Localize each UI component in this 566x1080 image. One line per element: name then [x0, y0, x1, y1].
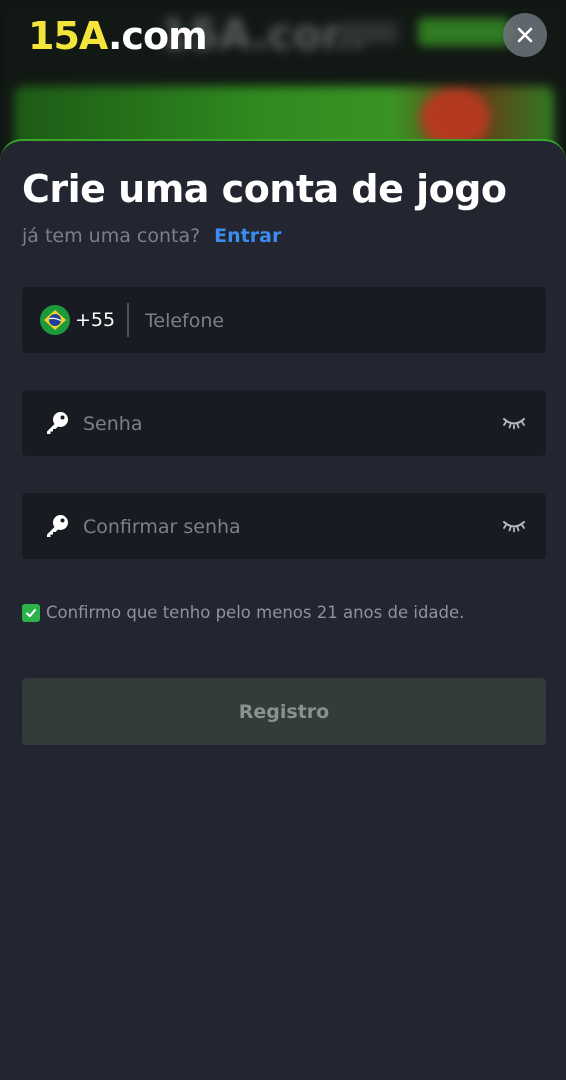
login-link[interactable]: Entrar — [214, 225, 281, 247]
eye-closed-icon[interactable] — [502, 518, 526, 534]
logo-number: 15A — [28, 14, 109, 58]
close-button[interactable] — [503, 13, 547, 57]
register-sheet: Crie uma conta de jogo já tem uma conta?… — [0, 139, 566, 1080]
age-checkbox[interactable] — [22, 603, 40, 622]
password-input[interactable] — [81, 403, 485, 445]
background-button — [340, 22, 398, 44]
have-account-text: já tem uma conta? — [22, 225, 201, 247]
eye-closed-icon[interactable] — [502, 415, 526, 431]
age-confirmation: Confirmo que tenho pelo menos 21 anos de… — [22, 603, 464, 622]
brazil-flag-icon[interactable] — [40, 305, 70, 335]
close-icon — [517, 27, 533, 43]
field-divider — [127, 303, 129, 337]
country-code[interactable]: +55 — [75, 307, 115, 333]
page-title: Crie uma conta de jogo — [22, 167, 507, 211]
confirm-password-field — [22, 493, 546, 559]
confirm-password-input[interactable] — [81, 506, 485, 548]
background-register-button — [418, 18, 510, 46]
checkmark-icon — [26, 608, 36, 617]
register-button[interactable]: Registro — [22, 678, 546, 745]
brand-logo: 15A.com — [28, 12, 208, 60]
password-field — [22, 390, 546, 456]
login-prompt: já tem uma conta? Entrar — [22, 225, 281, 247]
phone-field: +55 — [22, 287, 546, 353]
key-icon — [47, 515, 68, 537]
age-label: Confirmo que tenho pelo menos 21 anos de… — [46, 603, 465, 622]
phone-input[interactable] — [143, 300, 527, 342]
key-icon — [47, 412, 68, 434]
logo-domain: .com — [108, 14, 208, 58]
